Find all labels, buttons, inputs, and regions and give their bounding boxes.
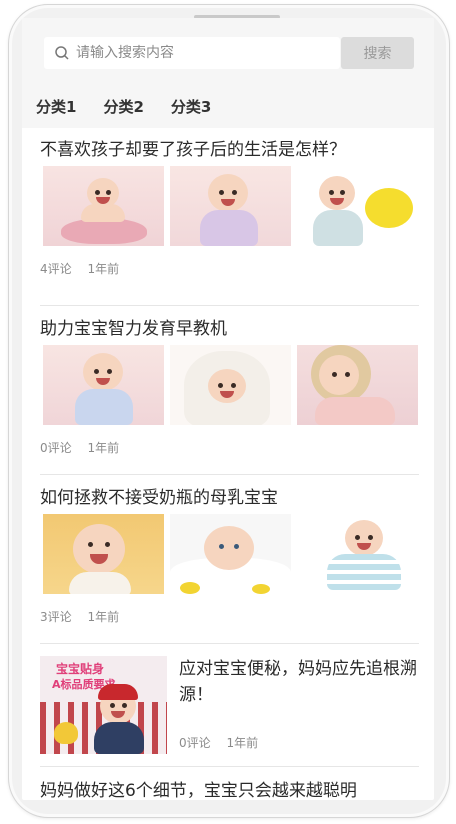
thumbnail-baby-smile: [43, 345, 164, 425]
article-meta: 4评论 1年前: [40, 254, 419, 284]
article-title[interactable]: 妈妈做好这6个细节，宝宝只会越来越聪明: [40, 777, 419, 800]
tab-category-2[interactable]: 分类2: [103, 94, 143, 120]
comment-count: 0评论: [179, 736, 211, 750]
publish-time: 1年前: [87, 262, 120, 276]
app-screen: 搜索 分类1 分类2 分类3 不喜欢孩子却要了孩子后的生活是怎样？: [22, 18, 434, 800]
thumbnail-baby-smile: [170, 166, 291, 246]
search-box[interactable]: [44, 37, 340, 69]
article-card[interactable]: 如何拯救不接受奶瓶的母乳宝宝 3评论 1年前: [40, 484, 419, 644]
tab-category-3[interactable]: 分类3: [171, 94, 211, 120]
article-card[interactable]: 宝宝贴身 A标品质要求 应对宝宝便秘，妈妈应先追根溯源！ 0评论 1年前: [40, 644, 419, 767]
article-thumbnails: [43, 514, 419, 594]
thumbnail-baby-bubbles: [170, 514, 291, 594]
article-title[interactable]: 助力宝宝智力发育早教机: [40, 315, 419, 343]
search-icon: [55, 46, 69, 60]
comment-count: 4评论: [40, 262, 72, 276]
thumbnail-baby-stripes: [297, 514, 418, 594]
publish-time: 1年前: [87, 610, 120, 624]
category-tabs: 分类1 分类2 分类3: [36, 94, 238, 120]
thumbnail-baby-bath: [43, 166, 164, 246]
article-image: 宝宝贴身 A标品质要求: [40, 656, 167, 754]
comment-count: 3评论: [40, 610, 72, 624]
header: 搜索 分类1 分类2 分类3: [22, 18, 434, 128]
publish-time: 1年前: [226, 736, 259, 750]
article-feed: 不喜欢孩子却要了孩子后的生活是怎样？ 4评论 1年前 助力宝宝智力发育早教机 0…: [40, 136, 419, 800]
article-card[interactable]: 不喜欢孩子却要了孩子后的生活是怎样？ 4评论 1年前: [40, 136, 419, 306]
search-input[interactable]: [76, 37, 326, 69]
article-title[interactable]: 不喜欢孩子却要了孩子后的生活是怎样？: [40, 136, 419, 164]
comment-count: 0评论: [40, 441, 72, 455]
article-thumbnails: [43, 166, 419, 246]
article-meta: 0评论 1年前: [179, 728, 270, 758]
search-button[interactable]: 搜索: [341, 37, 414, 69]
tab-category-1[interactable]: 分类1: [36, 94, 76, 120]
article-title[interactable]: 应对宝宝便秘，妈妈应先追根溯源！: [179, 656, 417, 708]
thumbnail-baby-towel: [170, 345, 291, 425]
publish-time: 1年前: [87, 441, 120, 455]
thumbnail-baby-laughing: [43, 514, 164, 594]
thumbnail-toddler-thinking: [297, 345, 418, 425]
image-caption-line1: 宝宝贴身: [56, 662, 105, 676]
article-meta: 3评论 1年前: [40, 602, 419, 632]
article-card[interactable]: 妈妈做好这6个细节，宝宝只会越来越聪明: [40, 777, 419, 800]
article-card[interactable]: 助力宝宝智力发育早教机 0评论 1年前: [40, 315, 419, 475]
thumbnail-baby-balloon: [297, 166, 418, 246]
article-text: 应对宝宝便秘，妈妈应先追根溯源！ 0评论 1年前: [179, 656, 417, 756]
article-title[interactable]: 如何拯救不接受奶瓶的母乳宝宝: [40, 484, 419, 512]
article-meta: 0评论 1年前: [40, 433, 419, 463]
article-thumbnails: [43, 345, 419, 425]
